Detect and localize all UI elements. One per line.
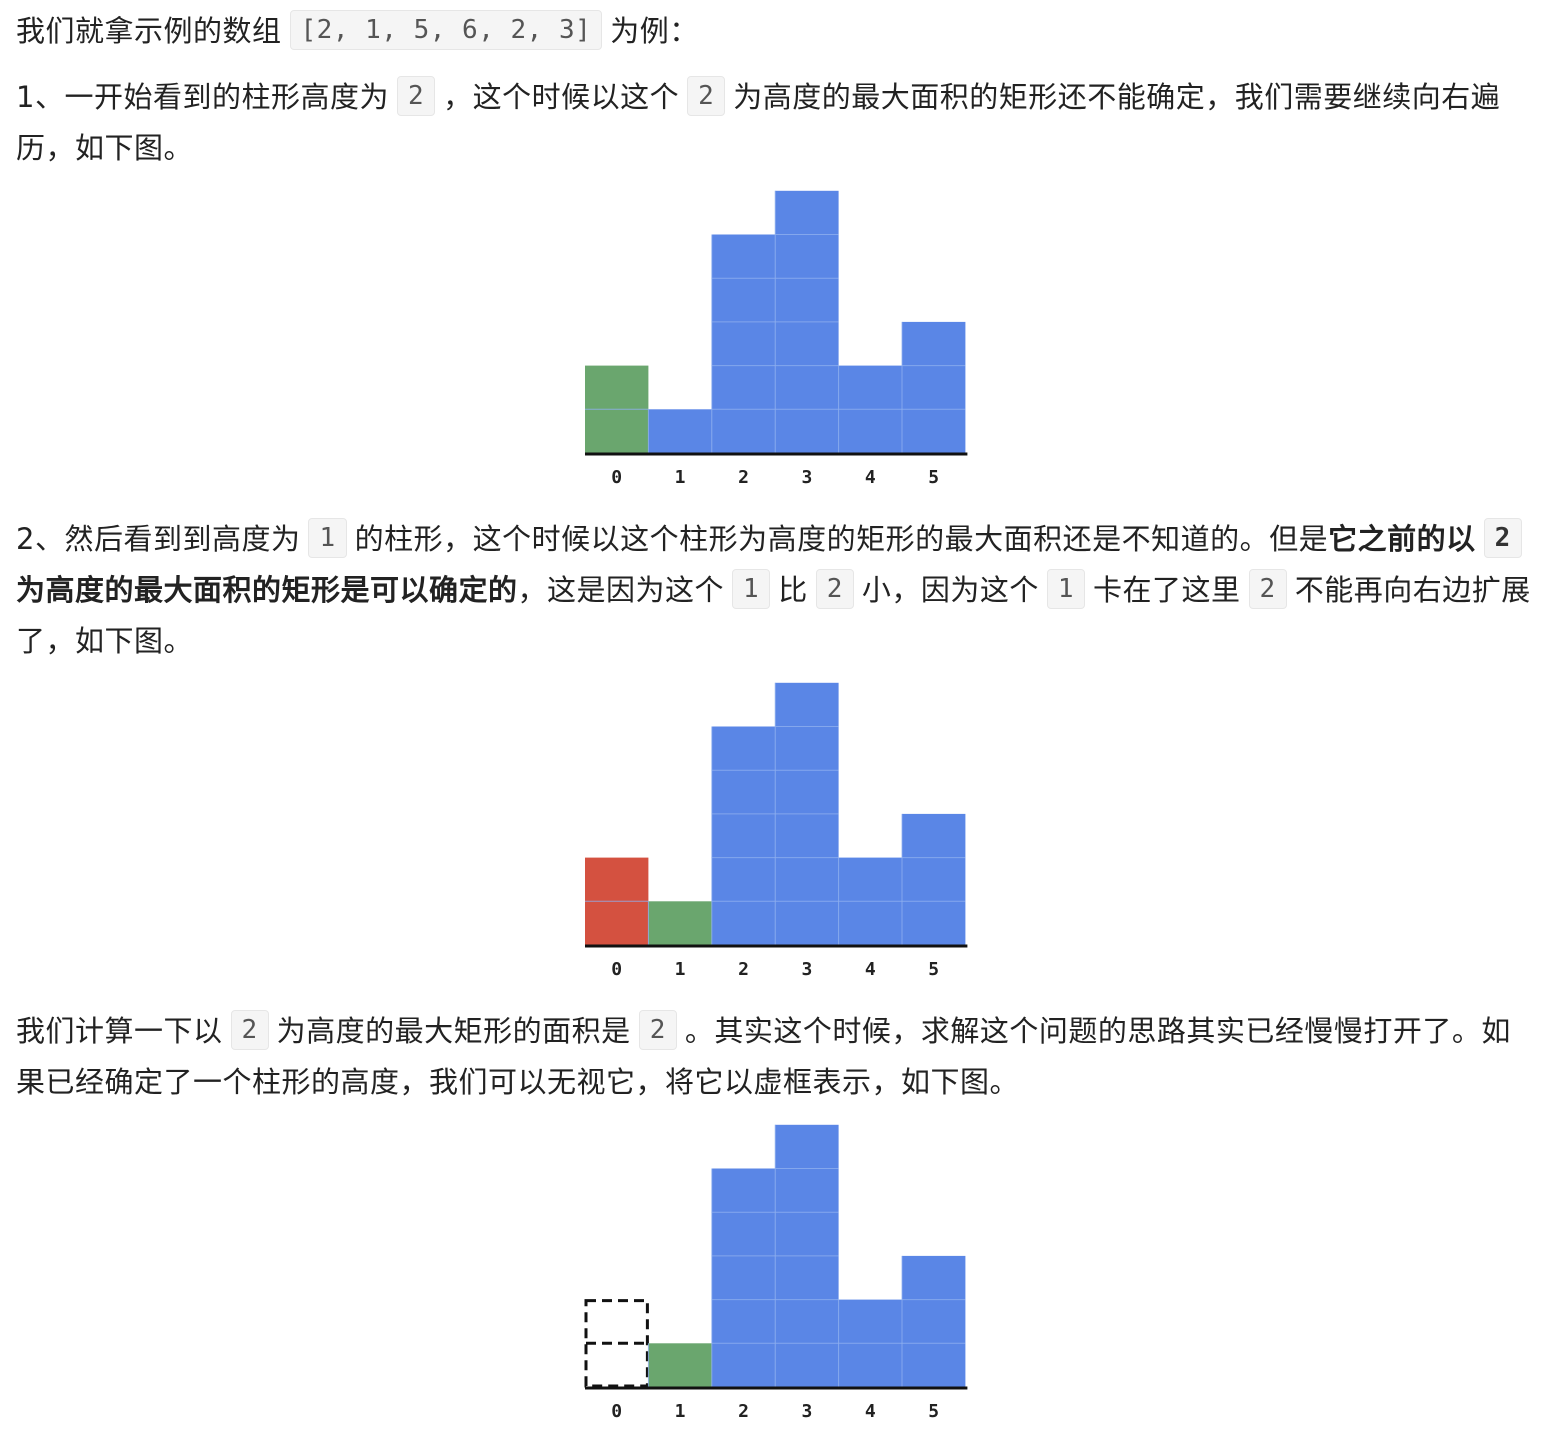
step1-paragraph: 1、一开始看到的柱形高度为 2 ，这个时候以这个 2 为高度的最大面积的矩形还不能确定，… <box>16 72 1540 174</box>
bar-blue <box>711 726 776 945</box>
step2-text: 卡在了这里 <box>1093 573 1241 607</box>
figure-2: 0 1 2 3 4 5 <box>560 670 1000 990</box>
x-tick-label: 2 <box>738 467 749 488</box>
bar-blue <box>648 409 712 453</box>
step2-text: 比 <box>778 573 808 607</box>
step1-text: ，这个时候以这个 <box>443 80 680 114</box>
x-tick-label: 5 <box>928 467 939 488</box>
step3-paragraph: 我们计算一下以 2 为高度的最大矩形的面积是 2 。其实这个时候，求解这个问题的思路其实… <box>16 1006 1540 1108</box>
x-tick-label: 2 <box>738 1401 749 1422</box>
x-tick-label: 0 <box>611 467 622 488</box>
step2-bold-text: 为高度的最大面积的矩形是可以确定的 <box>16 573 518 607</box>
x-tick-label: 3 <box>801 1401 812 1422</box>
x-tick-label: 5 <box>928 1401 939 1422</box>
step2-text: ，这是因为这个 <box>517 573 725 607</box>
intro-paragraph: 我们就拿示例的数组 [2, 1, 5, 6, 2, 3] 为例： <box>16 6 1540 57</box>
x-tick-label: 4 <box>865 959 876 980</box>
inline-code: 2 <box>230 1010 269 1050</box>
bar-blue <box>711 1168 776 1387</box>
x-tick-label: 0 <box>611 1401 622 1422</box>
bar-chart-1: 0 1 2 3 4 5 <box>585 190 968 488</box>
step3-text: 我们计算一下以 <box>16 1014 223 1048</box>
inline-code: 1 <box>1046 569 1086 609</box>
step2-text: 2、然后看到到高度为 <box>16 522 301 556</box>
x-tick-label: 2 <box>738 959 749 980</box>
figure-1: 0 1 2 3 4 5 <box>560 178 1000 498</box>
bar-green <box>648 901 712 945</box>
step3-text: 为高度的最大矩形的面积是 <box>276 1014 631 1048</box>
x-tick-label: 5 <box>928 959 939 980</box>
step1-text: 1、一开始看到的柱形高度为 <box>16 80 389 114</box>
step2-text: 小，因为这个 <box>861 573 1039 607</box>
bar-blue <box>902 1255 966 1387</box>
inline-code: 2 <box>638 1010 677 1050</box>
array-code: [2, 1, 5, 6, 2, 3] <box>289 10 603 50</box>
step2-paragraph: 2、然后看到到高度为 1 的柱形，这个时候以这个柱形为高度的矩形的最大面积还是不知道… <box>16 514 1540 667</box>
inline-code: 2 <box>1248 569 1287 609</box>
inline-code: 1 <box>308 518 347 558</box>
intro-text-after: 为例： <box>610 14 699 48</box>
inline-code: 2 <box>687 76 726 116</box>
x-tick-label: 3 <box>801 467 812 488</box>
x-tick-label: 1 <box>675 467 686 488</box>
bar-chart-3: 0 1 2 3 4 5 <box>584 1124 968 1422</box>
bar-blue <box>902 813 966 945</box>
x-tick-label: 1 <box>675 1401 686 1422</box>
inline-code-bold: 2 <box>1483 518 1522 558</box>
x-tick-label: 1 <box>675 959 686 980</box>
figure-3: 0 1 2 3 4 5 <box>560 1112 1000 1432</box>
inline-code: 1 <box>732 569 771 609</box>
bar-chart-2: 0 1 2 3 4 5 <box>585 682 968 980</box>
x-tick-label: 0 <box>611 959 622 980</box>
bar-blue <box>711 234 776 453</box>
x-tick-label: 3 <box>801 959 812 980</box>
inline-code: 2 <box>815 569 854 609</box>
bar-green <box>648 1343 712 1387</box>
x-tick-label: 4 <box>865 467 876 488</box>
step2-bold-text: 它之前的以 <box>1328 522 1476 556</box>
inline-code: 2 <box>396 76 436 116</box>
x-tick-label: 4 <box>865 1401 876 1422</box>
bar-blue <box>902 321 966 453</box>
intro-text-before: 我们就拿示例的数组 <box>16 14 282 48</box>
step2-text: 的柱形，这个时候以这个柱形为高度的矩形的最大面积还是不知道的。但是 <box>354 522 1329 556</box>
